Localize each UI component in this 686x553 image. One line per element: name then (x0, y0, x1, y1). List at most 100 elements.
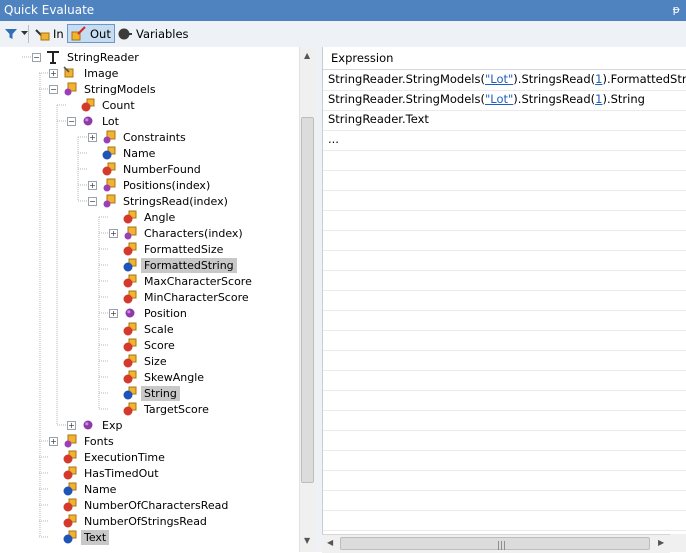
expression-row[interactable]: StringReader.StringModels("Lot").Strings… (323, 90, 686, 111)
expand-icon[interactable]: + (88, 132, 97, 142)
tree-item-constraints[interactable]: + Constraints (88, 129, 189, 145)
tree-item-name[interactable]: Name (88, 145, 158, 161)
collapse-icon[interactable]: − (88, 196, 97, 206)
tree-item-label: Fonts (84, 434, 114, 448)
tree-item-stringreader[interactable]: − StringReader (32, 49, 142, 65)
tree-item-string[interactable]: String (109, 385, 180, 401)
variables-label: Variables (136, 26, 189, 41)
expression-row[interactable] (323, 250, 686, 271)
tree-item-executiontime[interactable]: ExecutionTime (49, 449, 168, 465)
pin-icon[interactable]: ᵽ (673, 3, 680, 16)
tree-item-numberfound[interactable]: NumberFound (88, 161, 204, 177)
numeric-property-icon (122, 209, 138, 225)
expression-row[interactable] (323, 310, 686, 331)
tree-item-label: SkewAngle (144, 370, 205, 384)
expression-row[interactable] (323, 170, 686, 191)
expression-link[interactable]: "Lot" (485, 92, 513, 106)
property-tree[interactable]: − StringReader + Image − StringModels Count − Lo… (0, 47, 316, 552)
expression-row[interactable] (323, 470, 686, 491)
tree-item-name[interactable]: Name (49, 481, 119, 497)
expression-link[interactable]: "Lot" (485, 72, 513, 86)
expression-segment: ).FormattedString (602, 72, 686, 86)
expression-row[interactable] (323, 210, 686, 231)
filter-dropdown-button[interactable] (1, 24, 31, 43)
expression-row[interactable] (323, 190, 686, 211)
tree-item-formattedsize[interactable]: FormattedSize (109, 241, 226, 257)
tree-item-formattedstring[interactable]: FormattedString (109, 257, 237, 273)
tree-item-angle[interactable]: Angle (109, 209, 178, 225)
tree-vertical-scrollbar[interactable]: ▲ ▼ (299, 47, 316, 552)
tree-item-label: StringModels (84, 82, 156, 96)
tree-item-exp[interactable]: + Exp (67, 417, 125, 433)
expression-text: StringReader.Text (328, 112, 429, 126)
in-button[interactable]: In (31, 24, 67, 43)
expression-column-header[interactable]: Expression (323, 47, 686, 70)
expression-row[interactable] (323, 150, 686, 171)
tree-item-text[interactable]: Text (49, 529, 110, 545)
expand-icon[interactable]: + (88, 180, 97, 190)
expression-row[interactable]: StringReader.StringModels("Lot").Strings… (323, 70, 686, 91)
expand-icon[interactable]: + (109, 308, 118, 318)
tree-item-stringsread-index[interactable]: − StringsRead(index) (88, 193, 231, 209)
expression-row[interactable] (323, 230, 686, 251)
numeric-property-icon (62, 449, 78, 465)
expression-row[interactable] (323, 350, 686, 371)
toolbar: In Out Variables (0, 21, 686, 48)
tree-item-maxcharacterscore[interactable]: MaxCharacterScore (109, 273, 255, 289)
expression-row[interactable] (323, 430, 686, 451)
collection-icon (62, 81, 78, 97)
tree-item-hastimedout[interactable]: HasTimedOut (49, 465, 162, 481)
scrollbar-thumb[interactable] (301, 117, 314, 483)
out-button[interactable]: Out (67, 24, 115, 43)
collapse-icon[interactable]: − (67, 116, 76, 126)
expression-row[interactable] (323, 450, 686, 471)
tree-item-targetscore[interactable]: TargetScore (109, 401, 212, 417)
collapse-icon[interactable]: − (49, 84, 58, 94)
expression-row[interactable] (323, 410, 686, 431)
expand-icon[interactable]: + (109, 228, 118, 238)
scroll-right-icon[interactable]: ▶ (658, 538, 664, 547)
tree-item-label: StringsRead(index) (123, 194, 228, 208)
tree-item-positions-index[interactable]: + Positions(index) (88, 177, 213, 193)
expression-row[interactable] (323, 290, 686, 311)
tree-item-fonts[interactable]: + Fonts (49, 433, 117, 449)
expand-icon[interactable]: + (49, 436, 58, 446)
object-icon (122, 305, 138, 321)
tree-item-label: Lot (102, 114, 119, 128)
tree-item-score[interactable]: Score (109, 337, 178, 353)
tree-item-label: Angle (144, 210, 176, 224)
expression-row[interactable] (323, 390, 686, 411)
filter-icon (5, 28, 17, 39)
tree-item-label: Text (81, 529, 110, 545)
tree-item-skewangle[interactable]: SkewAngle (109, 369, 207, 385)
expression-row[interactable] (323, 370, 686, 391)
tree-item-mincharacterscore[interactable]: MinCharacterScore (109, 289, 252, 305)
tree-item-count[interactable]: Count (67, 97, 138, 113)
scroll-left-icon[interactable]: ◀ (327, 538, 333, 547)
expression-row[interactable] (323, 330, 686, 351)
tree-item-lot[interactable]: − Lot (67, 113, 122, 129)
scroll-down-icon[interactable]: ▼ (304, 536, 310, 545)
scrollbar-thumb[interactable]: ||| (340, 537, 650, 551)
collapse-icon[interactable]: − (32, 52, 41, 62)
expand-icon[interactable]: + (49, 68, 58, 78)
tree-item-scale[interactable]: Scale (109, 321, 177, 337)
expression-row[interactable] (323, 270, 686, 291)
expression-horizontal-scrollbar[interactable]: ◀ ||| ▶ (322, 534, 670, 553)
tree-item-image[interactable]: + Image (49, 65, 121, 81)
tree-item-position[interactable]: + Position (109, 305, 190, 321)
tree-item-numberofcharactersread[interactable]: NumberOfCharactersRead (49, 497, 231, 513)
expression-row[interactable] (323, 510, 686, 531)
expand-icon[interactable]: + (67, 420, 76, 430)
tree-item-numberofstringsread[interactable]: NumberOfStringsRead (49, 513, 210, 529)
expression-row[interactable]: StringReader.Text (323, 110, 686, 131)
variables-button[interactable]: Variables (114, 24, 192, 43)
tree-item-characters-index[interactable]: + Characters(index) (109, 225, 246, 241)
expression-text: ... (328, 132, 339, 146)
scroll-up-icon[interactable]: ▲ (304, 51, 310, 60)
tree-item-stringmodels[interactable]: − StringModels (49, 81, 159, 97)
tree-item-size[interactable]: Size (109, 353, 170, 369)
numeric-property-icon (122, 289, 138, 305)
expression-row[interactable]: ... (323, 130, 686, 151)
expression-row[interactable] (323, 490, 686, 511)
